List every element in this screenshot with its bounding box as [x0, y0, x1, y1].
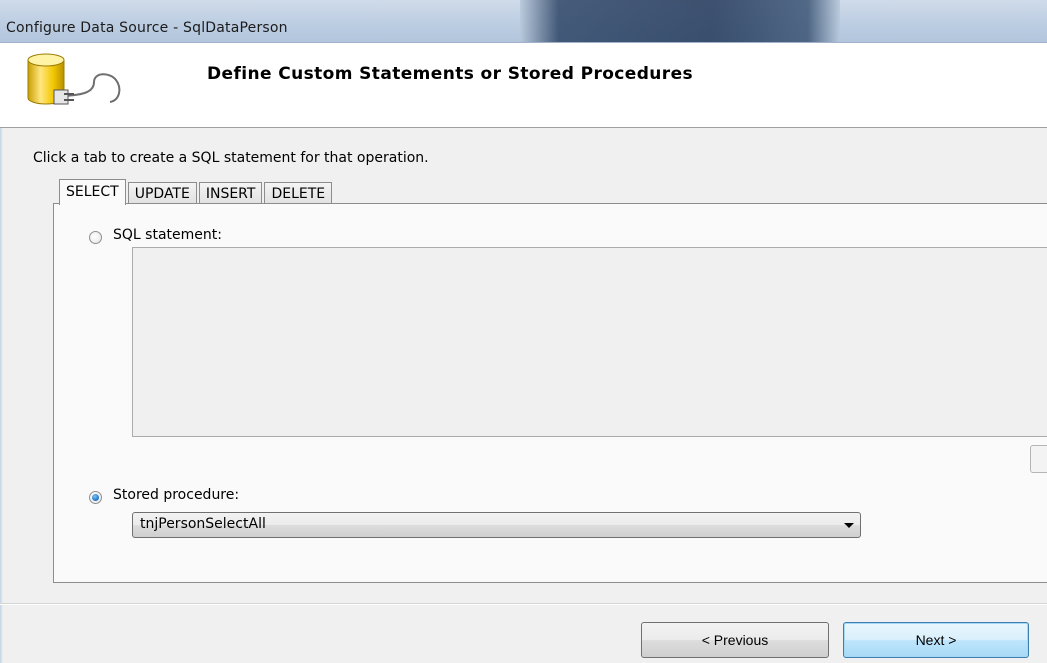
previous-button[interactable]: < Previous: [641, 622, 829, 658]
tab-update[interactable]: UPDATE: [127, 182, 197, 204]
tab-delete[interactable]: DELETE: [264, 182, 333, 204]
window-title: Configure Data Source - SqlDataPerson: [6, 20, 288, 36]
instruction-text: Click a tab to create a SQL statement fo…: [33, 150, 429, 166]
sql-statement-label: SQL statement:: [113, 227, 222, 243]
page-title: Define Custom Statements or Stored Proce…: [207, 64, 694, 84]
stored-procedure-label: Stored procedure:: [113, 487, 240, 503]
sql-statement-textarea[interactable]: [132, 247, 1047, 437]
configure-data-source-dialog: Configure Data Source - SqlDataPerson De…: [0, 0, 1047, 663]
stored-procedure-dropdown[interactable]: tnjPersonSelectAll: [132, 512, 861, 538]
title-bar[interactable]: Configure Data Source - SqlDataPerson: [0, 0, 1047, 43]
operation-tabs: SELECT UPDATE INSERT DELETE: [59, 178, 334, 205]
stored-procedure-value: tnjPersonSelectAll: [140, 516, 266, 532]
sql-statement-radio[interactable]: [89, 231, 102, 244]
database-plug-icon: [27, 53, 121, 105]
stored-procedure-radio[interactable]: [89, 491, 102, 504]
wizard-header: [0, 43, 1047, 128]
tab-select[interactable]: SELECT: [59, 179, 126, 205]
title-bar-aero-glass: [520, 0, 840, 42]
next-button[interactable]: Next >: [843, 622, 1029, 658]
footer-divider: [0, 603, 1047, 605]
window-border-left: [0, 43, 3, 663]
query-builder-button[interactable]: [1030, 445, 1047, 473]
tab-insert[interactable]: INSERT: [198, 182, 263, 204]
chevron-down-icon: [844, 523, 854, 528]
